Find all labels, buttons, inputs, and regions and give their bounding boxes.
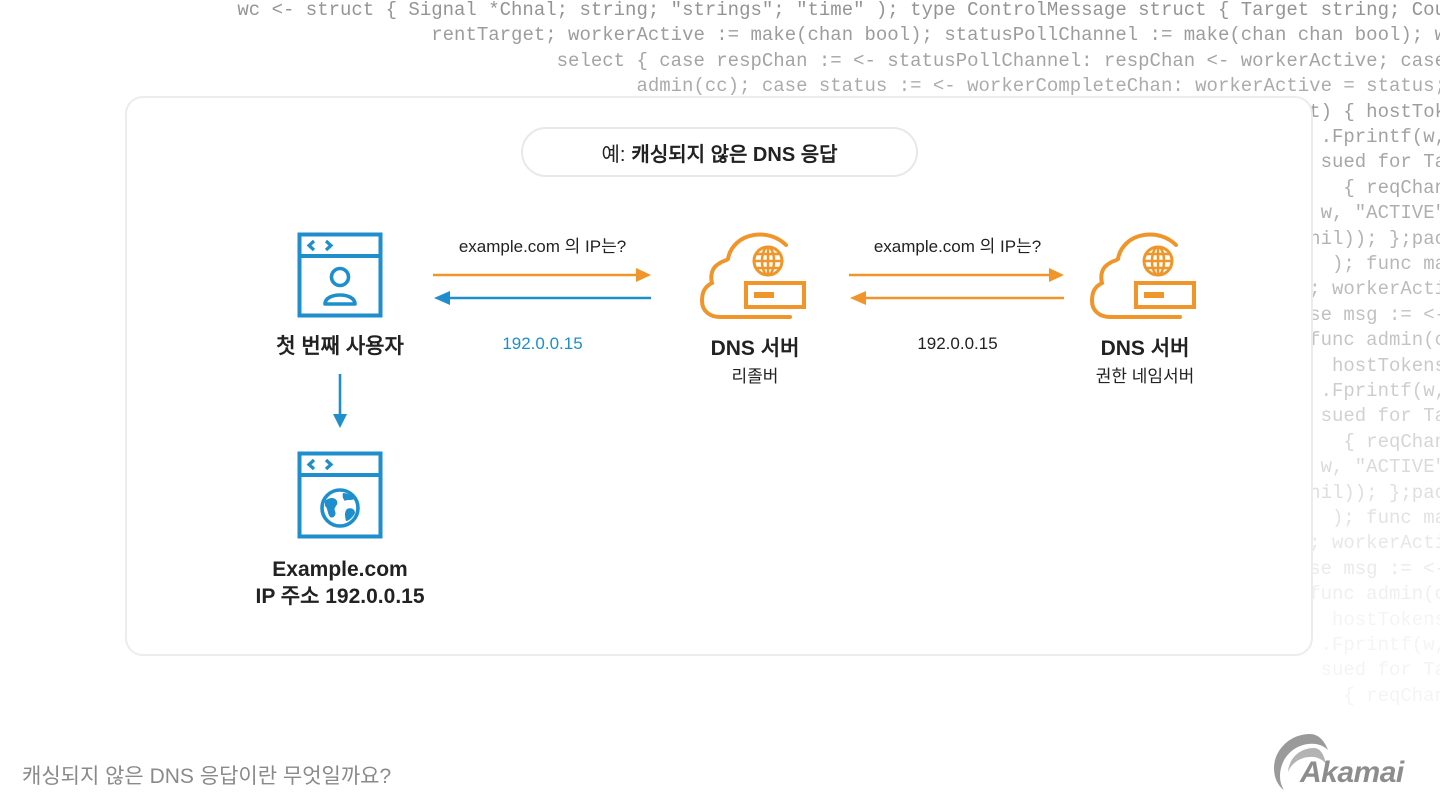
- diagram-title-main: 캐싱되지 않은 DNS 응답: [631, 143, 838, 166]
- background-code-line: hostTokens: [1331, 354, 1440, 377]
- website-node-label: Example.com IP 주소 192.0.0.15: [215, 556, 465, 610]
- background-code-line: sued for Ta: [1320, 659, 1440, 682]
- background-code-line: w, "ACTIVE": [1320, 456, 1440, 479]
- background-code-line: ; workerActi: [1309, 532, 1440, 555]
- background-code-line: ); func ma: [1320, 253, 1440, 275]
- resolver-node-label: DNS 서버: [710, 337, 800, 360]
- diagram-title-prefix: 예:: [601, 143, 626, 166]
- background-code-line: .Fprintf(w,: [1320, 634, 1440, 656]
- background-code-line: { reqChan: [1331, 684, 1440, 707]
- arrow-user-to-website: [333, 374, 347, 428]
- background-code-line: .Fprintf(w,: [1320, 380, 1440, 402]
- background-code-line: t) { hostTok: [1309, 100, 1440, 123]
- footer-question: 캐싱되지 않은 DNS 응답이란 무엇일까요?: [22, 765, 392, 788]
- browser-globe-icon: [297, 451, 383, 544]
- background-code-line: nil)); };pac: [1309, 481, 1440, 504]
- authoritative-node-sublabel: 권한 네임서버: [1095, 367, 1195, 386]
- arrows-resolver-authoritative: [849, 268, 1064, 305]
- background-code-line: ; workerActi: [1309, 278, 1440, 301]
- background-code-line: hostTokens: [1331, 608, 1440, 631]
- arrow-query-user-to-resolver: [433, 268, 651, 282]
- background-code-line: select { case respChan := <- statusPollC…: [556, 49, 1440, 72]
- edge-label-response-1: 192.0.0.15: [502, 334, 583, 353]
- background-code-line: w, "ACTIVE": [1320, 202, 1440, 225]
- background-code-line: nil)); };pac: [1309, 227, 1440, 250]
- website-node-ip: IP 주소 192.0.0.15: [255, 585, 425, 608]
- akamai-logo-text: Akamai: [1300, 756, 1404, 789]
- arrow-query-resolver-to-authoritative: [849, 268, 1064, 282]
- background-code-line: sued for Ta: [1320, 405, 1440, 428]
- background-code-line: ); func ma: [1320, 507, 1440, 529]
- website-node-name: Example.com: [272, 558, 408, 581]
- authoritative-node-label: DNS 서버: [1100, 337, 1190, 360]
- background-code-line: { reqChan: [1331, 176, 1440, 199]
- background-code-line: wc <- struct { Signal *Chnal; string; "s…: [237, 0, 1440, 21]
- arrow-response-resolver-to-user: [434, 291, 651, 305]
- background-code-line: func admin(c: [1309, 329, 1440, 352]
- background-code-line: .Fprintf(w,: [1320, 126, 1440, 148]
- diagram-title: 예: 캐싱되지 않은 DNS 응답: [521, 127, 918, 177]
- background-code-line: rentTarget; workerActive := make(chan bo…: [431, 24, 1440, 47]
- background-code-line: { reqChan: [1331, 430, 1440, 453]
- edge-label-response-2: 192.0.0.15: [917, 334, 998, 353]
- arrow-response-authoritative-to-resolver: [850, 291, 1064, 305]
- background-code-line: func admin(c: [1309, 583, 1440, 606]
- arrows-user-resolver: [433, 268, 651, 305]
- browser-user-icon: [297, 232, 383, 323]
- edge-label-query-1: example.com 의 IP는?: [458, 237, 627, 256]
- background-code-line: se msg := <-: [1309, 557, 1440, 580]
- user-node-label: 첫 번째 사용자: [276, 335, 404, 358]
- background-code-line: sued for Ta: [1320, 151, 1440, 174]
- cloud-dns-server-icon: [1089, 231, 1200, 326]
- cloud-dns-server-icon: [699, 231, 810, 326]
- edge-label-query-2: example.com 의 IP는?: [873, 237, 1042, 256]
- resolver-node-sublabel: 리졸버: [731, 367, 779, 386]
- background-code-line: se msg := <-: [1309, 303, 1440, 326]
